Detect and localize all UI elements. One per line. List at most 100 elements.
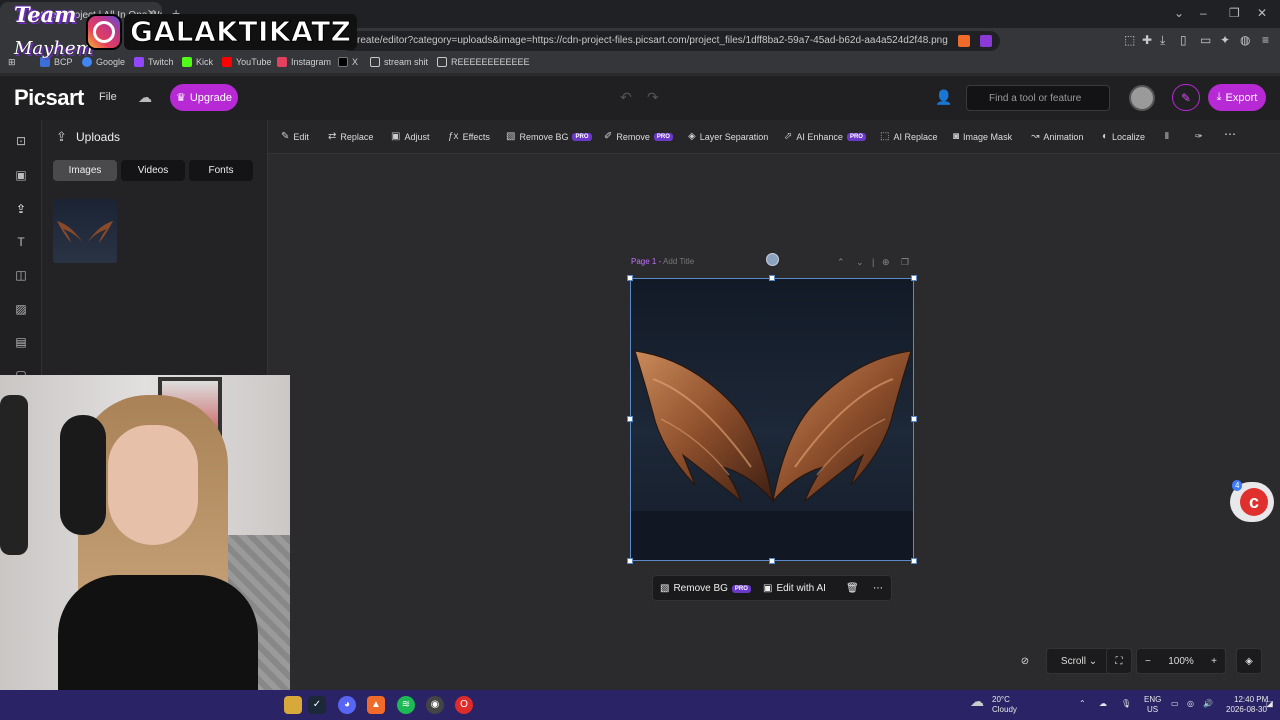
tool-image-mask[interactable]: ◙ Image Mask — [953, 131, 1012, 142]
context-remove-bg-button[interactable]: ▧ Remove BG PRO — [660, 583, 751, 594]
video-icon[interactable]: ▤ — [13, 335, 29, 351]
bookmark-folder[interactable]: REEEEEEEEEEEE — [437, 57, 530, 67]
notifications-icon[interactable]: ◪ — [1266, 699, 1274, 709]
opera-icon[interactable]: O — [455, 696, 473, 714]
uploads-rail-icon[interactable]: ⇪ — [13, 202, 29, 218]
wallet-icon[interactable]: ▭ — [1200, 33, 1211, 47]
ai-tools-icon[interactable]: ▣ — [13, 168, 29, 184]
instagram-logo-icon — [86, 14, 122, 50]
maximize-icon[interactable]: ❐ — [1229, 6, 1240, 20]
onedrive-icon[interactable]: ☁ — [1099, 699, 1107, 709]
delete-icon[interactable]: 🗑 — [846, 583, 859, 594]
brand-kit-button[interactable]: ✎ — [1172, 84, 1200, 111]
resize-handle[interactable] — [769, 275, 775, 281]
elements-icon[interactable]: ◫ — [13, 268, 29, 284]
more-options-icon[interactable]: ⋯ — [1224, 127, 1236, 141]
eyedropper-icon[interactable]: ✑ — [1195, 131, 1203, 142]
avatar[interactable] — [1129, 85, 1155, 111]
leo-ai-icon[interactable]: ✦ — [1220, 33, 1230, 47]
clock-time[interactable]: 12:40 PM — [1234, 695, 1268, 705]
undo-icon[interactable]: ↶ — [620, 89, 632, 106]
align-icon[interactable]: ⫴ — [1165, 131, 1169, 142]
tool-layer-separation[interactable]: ◈ Layer Separation — [688, 131, 768, 142]
steam-icon[interactable]: ✓ — [308, 696, 326, 714]
puzzle-icon[interactable]: ✚ — [1142, 33, 1152, 47]
more-options-icon[interactable]: ⋯ — [873, 583, 883, 594]
fit-screen-icon[interactable]: ⛶ — [1106, 648, 1132, 674]
tab-fonts[interactable]: Fonts — [189, 160, 253, 181]
tool-remove[interactable]: ✐ Remove PRO — [604, 131, 673, 142]
resize-handle[interactable] — [911, 275, 917, 281]
tool-animation[interactable]: ↝ Animation — [1031, 131, 1083, 142]
text-icon[interactable]: T — [13, 235, 29, 251]
tool-label: Edit — [293, 131, 309, 142]
tool-ai-enhance[interactable]: ⬀ AI Enhance PRO — [784, 131, 866, 142]
brave-shield-icon[interactable] — [958, 35, 970, 47]
file-explorer-icon[interactable] — [284, 696, 302, 714]
zoom-in-icon[interactable]: + — [1211, 656, 1217, 667]
duplicate-page-icon[interactable]: ❐ — [901, 257, 909, 268]
sidebar-icon[interactable]: ▯ — [1180, 33, 1187, 47]
add-title-field[interactable]: Add Title — [663, 257, 694, 266]
hide-icon[interactable]: ⊘ — [1012, 648, 1038, 674]
redo-icon[interactable]: ↷ — [647, 89, 659, 106]
resize-handle[interactable] — [627, 416, 633, 422]
tool-search-input[interactable]: Find a tool or feature — [966, 85, 1110, 111]
spotify-icon[interactable]: ≋ — [397, 696, 415, 714]
upload-icon[interactable]: ⇪ — [56, 129, 67, 145]
layers-panel-icon[interactable]: ◈ — [1236, 648, 1262, 674]
templates-icon[interactable]: ⊡ — [13, 134, 29, 150]
upgrade-button[interactable]: ♛ Upgrade — [170, 84, 238, 111]
network-icon[interactable]: ◎ — [1187, 699, 1194, 709]
tab-videos[interactable]: Videos — [121, 160, 185, 181]
menu-icon[interactable]: ≡ — [1262, 33, 1269, 47]
rotate-handle[interactable] — [766, 253, 779, 266]
tool-effects[interactable]: ƒx Effects — [448, 131, 490, 142]
tab-list-chevron-icon[interactable]: ⌄ — [1174, 6, 1184, 20]
language-code[interactable]: ENG — [1144, 695, 1161, 705]
url-field[interactable]: create/editor?category=uploads&image=htt… — [340, 31, 1000, 51]
tool-remove-bg[interactable]: ▧ Remove BG PRO — [506, 131, 592, 142]
file-menu[interactable]: File — [99, 91, 117, 103]
tab-images[interactable]: Images — [53, 160, 117, 181]
cloud-save-icon[interactable]: ☁ — [138, 89, 152, 106]
resize-handle[interactable] — [627, 558, 633, 564]
minimize-icon[interactable]: – — [1200, 6, 1207, 20]
display-icon[interactable]: ▭ — [1171, 699, 1179, 709]
artboard-image[interactable] — [630, 278, 914, 561]
export-button[interactable]: ⤓ Export — [1208, 84, 1266, 111]
tool-adjust[interactable]: ▣ Adjust — [391, 131, 429, 142]
invite-collaborator-icon[interactable]: 👤 — [935, 89, 952, 106]
tray-chevron-icon[interactable]: ⌃ — [1079, 699, 1086, 709]
resize-handle[interactable] — [769, 558, 775, 564]
extension-icon[interactable]: ⬚ — [1124, 33, 1135, 47]
add-page-icon[interactable]: ⊕ — [882, 257, 890, 268]
download-icon[interactable]: ⤓ — [1160, 33, 1165, 48]
bookmark-folder[interactable]: stream shit — [370, 57, 428, 67]
page-down-icon[interactable]: ⌄ — [856, 257, 864, 268]
resize-handle[interactable] — [911, 416, 917, 422]
picsart-logo[interactable]: Picsart — [14, 85, 84, 111]
resize-handle[interactable] — [627, 275, 633, 281]
tool-ai-replace[interactable]: ⬚ AI Replace — [880, 131, 937, 142]
tool-replace[interactable]: ⇄ Replace — [328, 131, 373, 142]
obs-icon[interactable]: ◉ — [426, 696, 444, 714]
brave-rewards-icon[interactable] — [980, 35, 992, 47]
tool-edit[interactable]: ✎ Edit — [281, 131, 309, 142]
discord-icon[interactable]: ◕ — [338, 696, 356, 714]
pro-badge: PRO — [846, 132, 866, 141]
photos-icon[interactable]: ▨ — [13, 302, 29, 318]
page-up-icon[interactable]: ⌃ — [837, 257, 845, 268]
uploaded-image-thumbnail[interactable] — [53, 199, 117, 263]
zoom-out-icon[interactable]: − — [1145, 656, 1151, 667]
volume-icon[interactable]: 🔊 — [1203, 699, 1213, 709]
brave-icon[interactable]: ▲ — [367, 696, 385, 714]
zoom-level[interactable]: 100% — [1168, 656, 1194, 667]
resize-handle[interactable] — [911, 558, 917, 564]
scroll-mode-select[interactable]: Scroll ⌄ — [1046, 648, 1112, 674]
tool-localize[interactable]: ◐ Localize — [1102, 131, 1145, 142]
edit-with-ai-button[interactable]: ▣ Edit with AI — [763, 583, 826, 594]
mic-icon[interactable]: 🎙 — [1121, 699, 1131, 709]
vpn-icon[interactable]: ◍ — [1240, 33, 1250, 47]
close-window-icon[interactable]: ✕ — [1257, 6, 1267, 20]
